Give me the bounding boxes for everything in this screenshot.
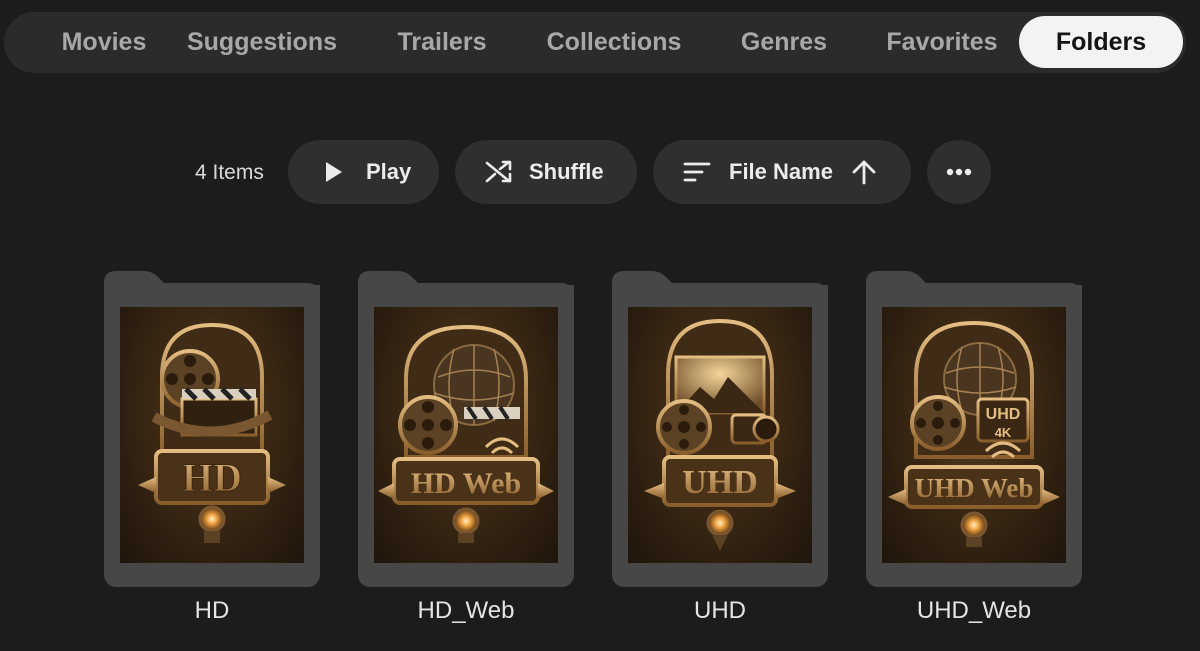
more-dots-icon [946, 168, 972, 176]
shuffle-label: Shuffle [529, 159, 604, 184]
shuffle-icon [485, 159, 513, 185]
sort-lines-icon [683, 161, 711, 183]
folder-name-uhd[interactable]: UHD [612, 596, 828, 626]
poster-badge-bottom: 4K [995, 425, 1012, 440]
folder-poster: UHD 4K UHD Web [882, 307, 1066, 563]
folder-poster: HD [120, 307, 304, 563]
folder-card-hd[interactable]: HD [104, 269, 320, 589]
poster-title: UHD [682, 464, 758, 501]
poster-title: UHD Web [915, 473, 1034, 503]
folder-poster: HD Web [374, 307, 558, 563]
tab-folders[interactable]: Folders [1019, 16, 1183, 68]
folder-card-hd-web[interactable]: HD Web [358, 269, 574, 589]
poster-title: HD [182, 455, 242, 500]
folder-name-hd[interactable]: HD [104, 596, 320, 626]
poster-title: HD Web [411, 467, 521, 500]
sort-button[interactable]: File Name [653, 140, 911, 204]
tab-genres[interactable]: Genres [722, 16, 846, 68]
arrow-up-icon[interactable] [851, 159, 877, 185]
tab-movies[interactable]: Movies [24, 16, 184, 68]
play-button[interactable]: Play [288, 140, 439, 204]
poster-badge-top: UHD [986, 406, 1021, 423]
play-icon [324, 161, 344, 183]
tab-collections[interactable]: Collections [534, 16, 694, 68]
play-label: Play [366, 159, 412, 184]
tab-trailers[interactable]: Trailers [380, 16, 504, 68]
folders-view: Movies Suggestions Trailers Collections … [0, 0, 1200, 651]
shuffle-button[interactable]: Shuffle [455, 140, 637, 204]
tab-favorites[interactable]: Favorites [874, 16, 1010, 68]
folder-name-hd-web[interactable]: HD_Web [358, 596, 574, 626]
sort-label: File Name [729, 159, 833, 184]
tab-suggestions[interactable]: Suggestions [180, 16, 344, 68]
folder-card-uhd[interactable]: UHD [612, 269, 828, 589]
library-tab-bar: Movies Suggestions Trailers Collections … [4, 12, 1186, 73]
folder-card-uhd-web[interactable]: UHD 4K UHD Web [866, 269, 1082, 589]
folder-name-uhd-web[interactable]: UHD_Web [866, 596, 1082, 626]
folder-poster: UHD [628, 307, 812, 563]
item-count: 4 Items [195, 161, 264, 184]
more-options-button[interactable] [927, 140, 991, 204]
